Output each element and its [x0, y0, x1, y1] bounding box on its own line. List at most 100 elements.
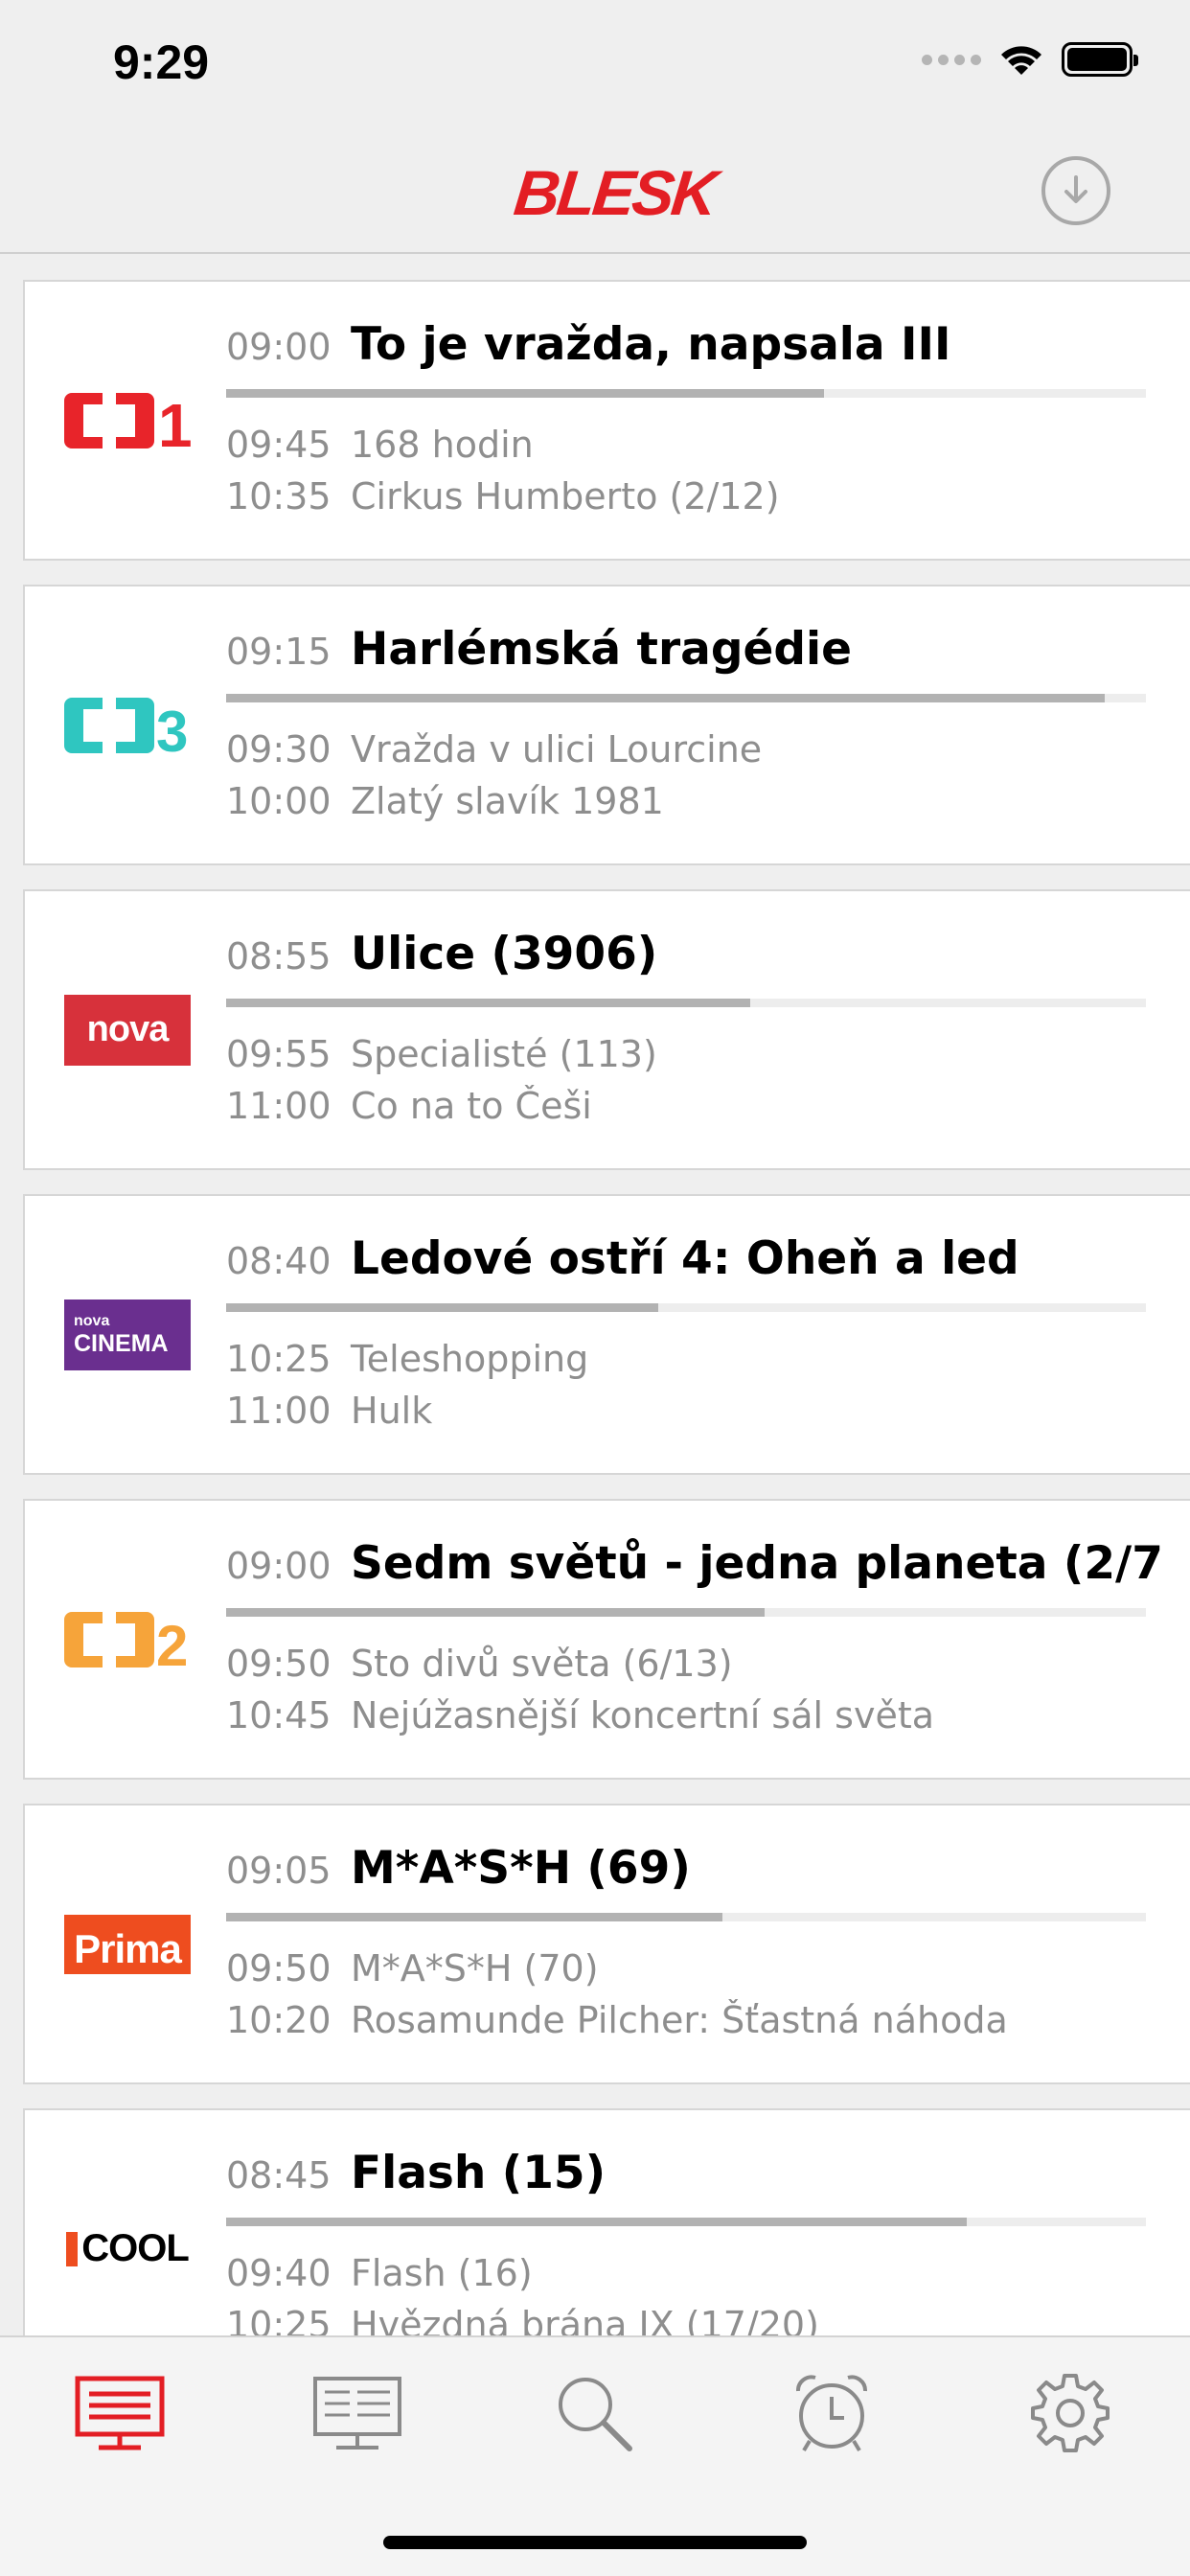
channel-logo-prima: Prima	[60, 1806, 195, 2082]
later-program: 10:20 Rosamunde Pilcher: Šťastná náhoda	[226, 1999, 1165, 2051]
later-time: 11:00	[226, 1390, 332, 1432]
channel-card-nova-cinema[interactable]: nova CINEMA 08:40 Ledové ostří 4: Oheň a…	[23, 1194, 1190, 1475]
program-progress	[226, 999, 1146, 1007]
program-progress	[226, 1303, 1146, 1312]
next-title: Specialisté (113)	[351, 1033, 657, 1075]
status-time: 9:29	[113, 35, 210, 89]
current-program: 08:40 Ledové ostří 4: Oheň a led	[226, 1232, 1165, 1296]
channel-logo-nova-cinema: nova CINEMA	[60, 1196, 195, 1473]
later-title: Rosamunde Pilcher: Šťastná náhoda	[351, 1999, 1008, 2041]
current-time: 09:00	[226, 326, 332, 368]
svg-text:1: 1	[158, 391, 193, 454]
channel-logo-nova: nova	[60, 891, 195, 1168]
current-title: Ledové ostří 4: Oheň a led	[351, 1232, 1019, 1285]
tab-reminders[interactable]	[779, 2370, 884, 2456]
next-time: 09:50	[226, 1947, 332, 1990]
svg-text:3: 3	[156, 700, 188, 759]
later-time: 10:00	[226, 780, 332, 822]
channel-card-nova[interactable]: nova 08:55 Ulice (3906) 09:55 Specialist…	[23, 889, 1190, 1170]
next-program: 09:30 Vražda v ulici Lourcine	[226, 728, 1165, 780]
current-program: 08:55 Ulice (3906)	[226, 928, 1165, 991]
current-title: Harlémská tragédie	[351, 623, 853, 676]
later-program: 10:45 Nejúžasnější koncertní sál světa	[226, 1694, 1165, 1746]
current-time: 08:40	[226, 1240, 332, 1282]
status-icons	[922, 42, 1138, 77]
next-program: 09:40 Flash (16)	[226, 2252, 1165, 2304]
channel-logo-ct3: 3	[60, 586, 195, 863]
channel-list[interactable]: 1 09:00 To je vražda, napsala III 09:45 …	[0, 256, 1190, 2335]
current-title: Flash (15)	[351, 2147, 606, 2199]
tv-now-icon	[75, 2376, 165, 2450]
current-program: 09:15 Harlémská tragédie	[226, 623, 1165, 686]
channel-logo-prima-cool: COOL	[60, 2110, 195, 2335]
battery-icon	[1062, 42, 1138, 77]
tv-program-icon	[313, 2377, 401, 2450]
next-time: 09:40	[226, 2252, 332, 2294]
alarm-clock-icon	[796, 2375, 867, 2452]
later-title: Cirkus Humberto (2/12)	[351, 475, 780, 518]
next-time: 09:30	[226, 728, 332, 770]
status-bar: 9:29	[0, 0, 1190, 129]
svg-text:2: 2	[156, 1614, 188, 1673]
next-time: 09:55	[226, 1033, 332, 1075]
next-time: 09:50	[226, 1643, 332, 1685]
channel-card-ct1[interactable]: 1 09:00 To je vražda, napsala III 09:45 …	[23, 280, 1190, 561]
later-program: 10:00 Zlatý slavík 1981	[226, 780, 1165, 832]
later-title: Nejúžasnější koncertní sál světa	[351, 1694, 935, 1736]
later-title: Hvězdná brána IX (17/20)	[351, 2304, 819, 2335]
later-time: 10:25	[226, 2304, 332, 2335]
channel-logo-ct1: 1	[60, 282, 195, 559]
current-program: 09:05 M*A*S*H (69)	[226, 1842, 1165, 1905]
next-program: 09:45 168 hodin	[226, 424, 1165, 475]
current-title: To je vražda, napsala III	[351, 318, 951, 371]
program-progress	[226, 1608, 1146, 1617]
tab-now-playing[interactable]	[67, 2370, 172, 2456]
tab-search[interactable]	[541, 2370, 647, 2456]
current-program: 09:00 To je vražda, napsala III	[226, 318, 1165, 381]
channel-card-ct3[interactable]: 3 09:15 Harlémská tragédie 09:30 Vražda …	[23, 585, 1190, 865]
tab-settings[interactable]	[1018, 2370, 1123, 2456]
current-title: M*A*S*H (69)	[351, 1842, 691, 1895]
program-progress	[226, 389, 1146, 398]
next-program: 09:50 M*A*S*H (70)	[226, 1947, 1165, 1999]
later-title: Co na to Češi	[351, 1085, 592, 1127]
later-time: 10:45	[226, 1694, 332, 1736]
channel-card-ct2[interactable]: 2 09:00 Sedm světů - jedna planeta (2/7)…	[23, 1499, 1190, 1780]
later-time: 10:35	[226, 475, 332, 518]
cellular-signal-icon	[922, 54, 981, 65]
program-progress	[226, 1913, 1146, 1921]
later-time: 11:00	[226, 1085, 332, 1127]
later-title: Hulk	[351, 1390, 433, 1432]
later-program: 11:00 Hulk	[226, 1390, 1165, 1441]
later-program: 10:25 Hvězdná brána IX (17/20)	[226, 2304, 1165, 2335]
later-program: 11:00 Co na to Češi	[226, 1085, 1165, 1137]
download-button[interactable]	[1041, 156, 1110, 225]
current-time: 08:45	[226, 2154, 332, 2196]
nav-header: BLESK	[0, 129, 1190, 254]
channel-card-prima[interactable]: Prima 09:05 M*A*S*H (69) 09:50 M*A*S*H (…	[23, 1804, 1190, 2084]
channel-card-prima-cool[interactable]: COOL 08:45 Flash (15) 09:40 Flash (16) 1…	[23, 2108, 1190, 2335]
wifi-icon	[1001, 46, 1041, 75]
later-title: Zlatý slavík 1981	[351, 780, 664, 822]
program-progress	[226, 2218, 1146, 2226]
current-time: 08:55	[226, 935, 332, 978]
next-title: Teleshopping	[351, 1338, 589, 1380]
current-program: 09:00 Sedm světů - jedna planeta (2/7)	[226, 1537, 1165, 1600]
next-title: Sto divů světa (6/13)	[351, 1643, 733, 1685]
next-program: 09:50 Sto divů světa (6/13)	[226, 1643, 1165, 1694]
program-progress	[226, 694, 1146, 702]
next-title: M*A*S*H (70)	[351, 1947, 599, 1990]
current-time: 09:15	[226, 631, 332, 673]
next-title: 168 hodin	[351, 424, 534, 466]
search-icon	[559, 2378, 632, 2451]
download-circle-icon	[1064, 175, 1087, 203]
next-program: 10:25 Teleshopping	[226, 1338, 1165, 1390]
gear-icon	[1031, 2374, 1110, 2452]
home-indicator	[383, 2536, 807, 2549]
current-time: 09:00	[226, 1545, 332, 1587]
later-time: 10:20	[226, 1999, 332, 2041]
next-program: 09:55 Specialisté (113)	[226, 1033, 1165, 1085]
later-program: 10:35 Cirkus Humberto (2/12)	[226, 475, 1165, 527]
tab-program[interactable]	[305, 2370, 410, 2456]
next-time: 10:25	[226, 1338, 332, 1380]
